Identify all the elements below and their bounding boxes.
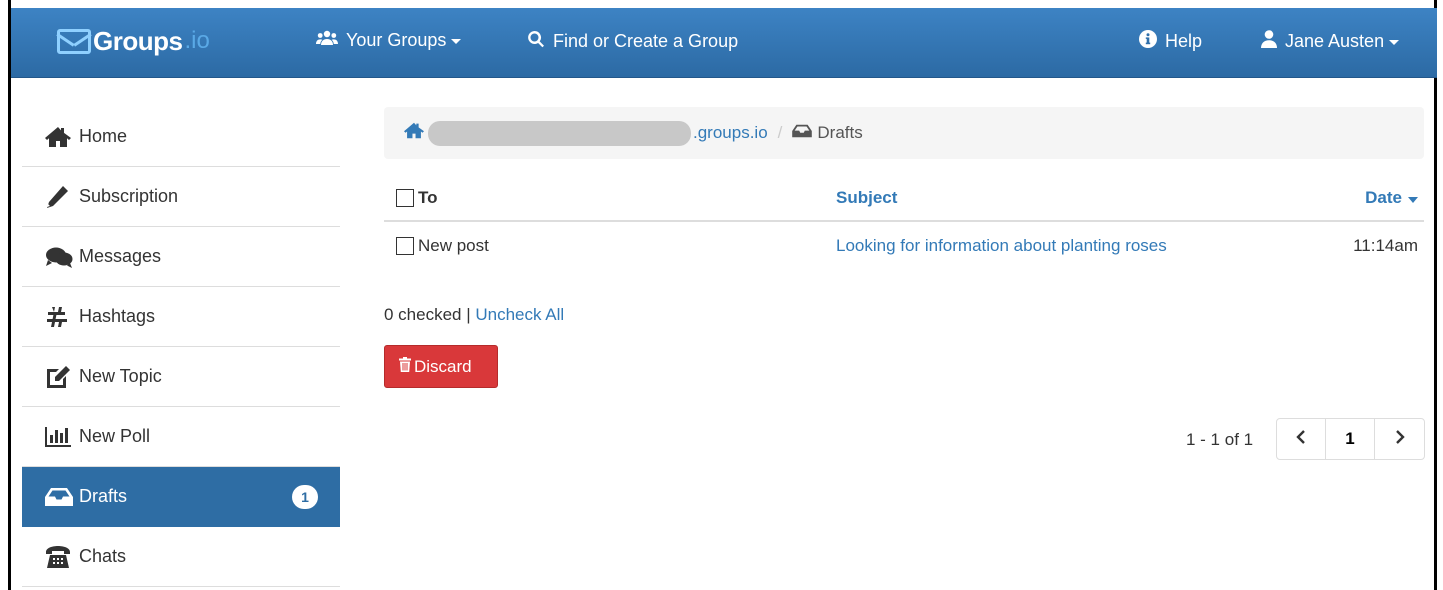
chevron-right-icon bbox=[1395, 429, 1405, 449]
header-date-label: Date bbox=[1365, 188, 1402, 207]
brand-logo[interactable]: Groups .io bbox=[57, 21, 210, 61]
pagination: 1 bbox=[1276, 418, 1425, 460]
row-to-label: New post bbox=[418, 236, 489, 255]
breadcrumb-current: Drafts bbox=[792, 123, 863, 143]
header-subject-label: Subject bbox=[836, 188, 898, 207]
header-subject[interactable]: Subject bbox=[836, 176, 897, 220]
chevron-left-icon bbox=[1296, 429, 1306, 449]
select-all-checkbox[interactable] bbox=[396, 189, 414, 207]
sidebar-item-subscription[interactable]: Subscription bbox=[22, 167, 340, 227]
sidebar: Home Subscription Messages Hashtags New … bbox=[22, 107, 340, 587]
row-to: New post bbox=[396, 222, 489, 270]
table-row: New post Looking for information about p… bbox=[384, 222, 1424, 270]
sidebar-item-label: Home bbox=[79, 126, 128, 146]
edit-icon bbox=[45, 364, 75, 390]
phone-icon bbox=[45, 544, 75, 570]
sidebar-item-label: Subscription bbox=[79, 186, 179, 206]
breadcrumb-group-link[interactable]: .groups.io bbox=[693, 123, 768, 143]
sidebar-item-home[interactable]: Home bbox=[22, 107, 340, 167]
hashtag-icon bbox=[45, 304, 75, 330]
your-groups-label: Your Groups bbox=[346, 30, 447, 50]
row-subject: Looking for information about planting r… bbox=[836, 222, 1167, 270]
sidebar-item-label: Hashtags bbox=[79, 306, 156, 326]
find-create-label: Find or Create a Group bbox=[553, 31, 739, 51]
inbox-icon bbox=[45, 484, 75, 510]
breadcrumb-separator: / bbox=[777, 123, 783, 142]
users-icon bbox=[316, 30, 346, 51]
breadcrumb: .groups.io / Drafts bbox=[384, 107, 1424, 159]
pencil-icon bbox=[45, 184, 75, 210]
search-icon bbox=[527, 30, 553, 53]
user-menu[interactable]: Jane Austen bbox=[1261, 30, 1400, 53]
sidebar-item-label: Drafts bbox=[79, 486, 128, 506]
info-circle-icon bbox=[1139, 30, 1165, 53]
comments-icon bbox=[45, 244, 75, 270]
caret-down-icon bbox=[451, 39, 462, 44]
sidebar-item-label: Chats bbox=[79, 546, 127, 566]
discard-button[interactable]: Discard bbox=[384, 345, 498, 388]
frame-border-right bbox=[1434, 0, 1437, 590]
trash-icon bbox=[399, 356, 414, 377]
row-date-label: 11:14am bbox=[1353, 236, 1418, 255]
inbox-icon bbox=[792, 123, 817, 143]
next-page-button[interactable] bbox=[1375, 419, 1424, 459]
sort-down-icon bbox=[1408, 196, 1418, 203]
find-create-group-link[interactable]: Find or Create a Group bbox=[527, 30, 738, 53]
table-header: To Subject Date bbox=[384, 176, 1424, 222]
row-checkbox[interactable] bbox=[396, 237, 414, 255]
frame-border-left bbox=[8, 0, 11, 590]
drafts-count-badge: 1 bbox=[292, 485, 318, 509]
brand-name: Groups bbox=[93, 25, 183, 56]
home-icon[interactable] bbox=[404, 122, 424, 144]
checked-count: 0 checked | bbox=[384, 305, 471, 324]
uncheck-all-link[interactable]: Uncheck All bbox=[475, 305, 564, 324]
sidebar-item-label: New Topic bbox=[79, 366, 162, 386]
selection-status: 0 checked | Uncheck All bbox=[384, 305, 564, 325]
your-groups-menu[interactable]: Your Groups bbox=[316, 30, 462, 51]
redacted-group-name bbox=[428, 120, 691, 146]
drafts-table: To Subject Date New post Looking for inf… bbox=[384, 176, 1424, 270]
envelope-icon bbox=[57, 28, 91, 54]
header-to-label: To bbox=[418, 188, 438, 207]
row-subject-link[interactable]: Looking for information about planting r… bbox=[836, 236, 1167, 256]
prev-page-button[interactable] bbox=[1277, 419, 1326, 459]
pagination-info: 1 - 1 of 1 bbox=[1186, 430, 1254, 449]
header-date[interactable]: Date bbox=[1365, 176, 1418, 220]
sidebar-item-new-poll[interactable]: New Poll bbox=[22, 407, 340, 467]
help-label: Help bbox=[1165, 31, 1203, 51]
user-name: Jane Austen bbox=[1285, 31, 1385, 51]
page-1-button[interactable]: 1 bbox=[1326, 419, 1375, 459]
sidebar-item-label: Messages bbox=[79, 246, 162, 266]
discard-label: Discard bbox=[414, 356, 472, 376]
sidebar-item-hashtags[interactable]: Hashtags bbox=[22, 287, 340, 347]
home-icon bbox=[45, 124, 75, 150]
caret-down-icon bbox=[1389, 40, 1400, 45]
sidebar-item-label: New Poll bbox=[79, 426, 151, 446]
sidebar-item-drafts[interactable]: Drafts 1 bbox=[22, 467, 340, 527]
brand-tld: .io bbox=[184, 27, 210, 54]
header-to: To bbox=[396, 176, 438, 220]
user-icon bbox=[1261, 30, 1285, 53]
top-navbar: Groups .io Your Groups Find or Create a … bbox=[11, 8, 1437, 78]
sidebar-item-new-topic[interactable]: New Topic bbox=[22, 347, 340, 407]
bar-chart-icon bbox=[45, 424, 75, 450]
row-date: 11:14am bbox=[1353, 222, 1418, 270]
sidebar-item-messages[interactable]: Messages bbox=[22, 227, 340, 287]
sidebar-item-chats[interactable]: Chats bbox=[22, 527, 340, 587]
help-link[interactable]: Help bbox=[1139, 30, 1202, 53]
breadcrumb-current-label: Drafts bbox=[817, 123, 863, 142]
